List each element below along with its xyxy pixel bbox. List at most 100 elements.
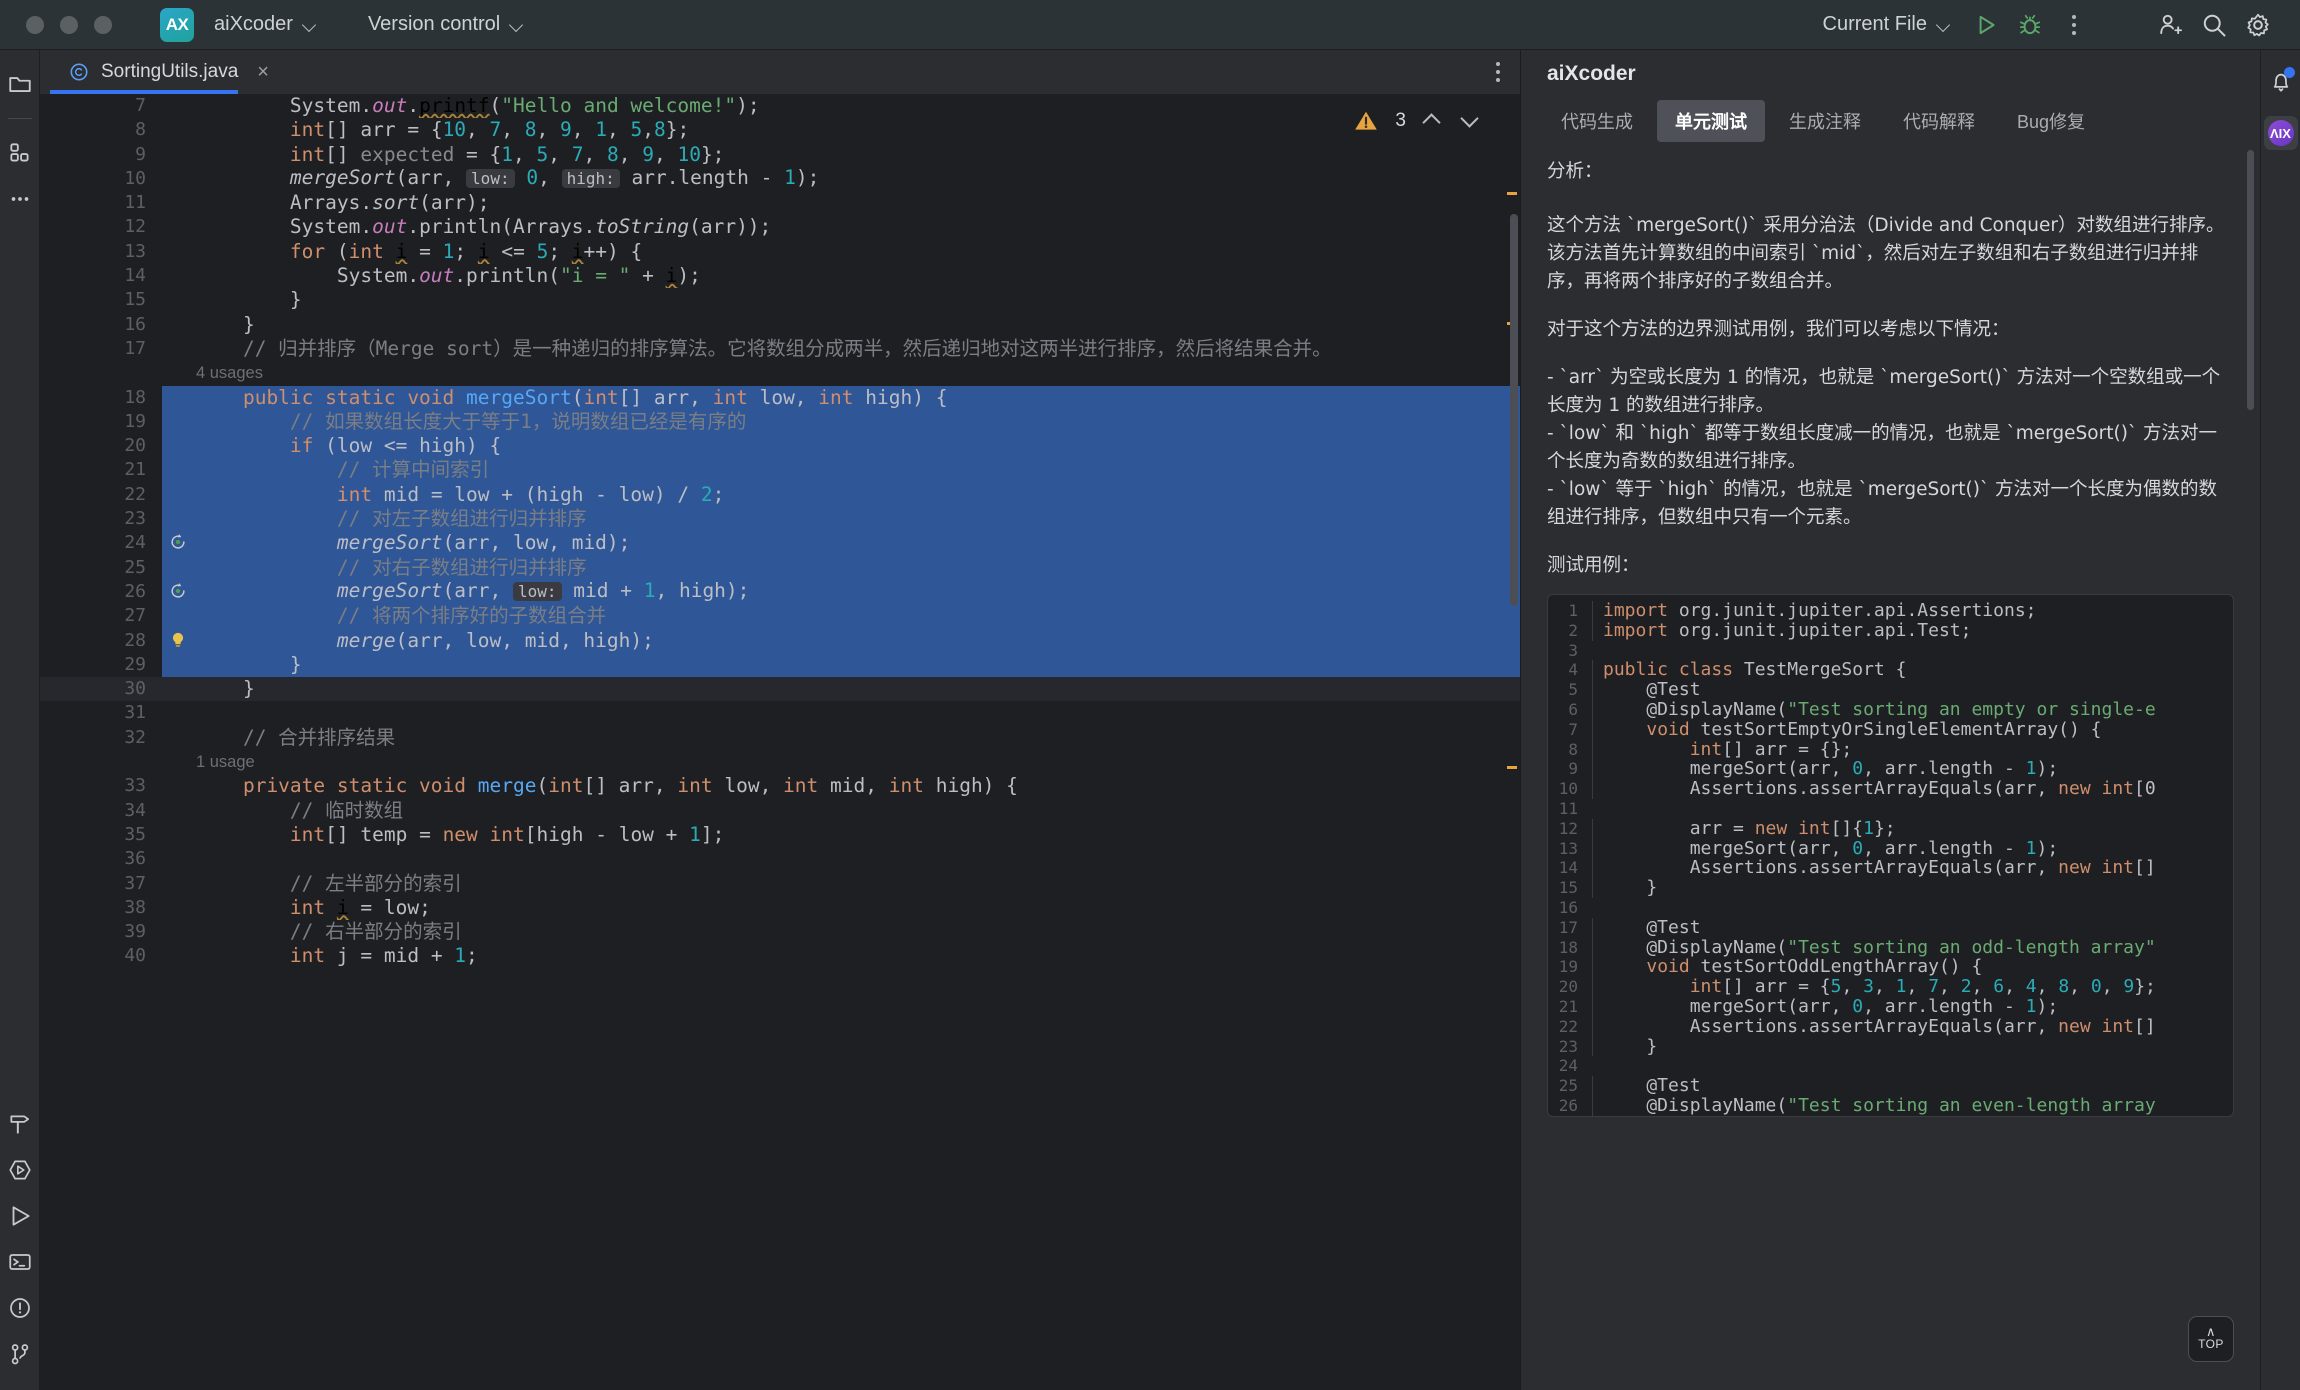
- line-number: 17: [40, 337, 162, 361]
- code-line[interactable]: 7 System.out.printf("Hello and welcome!"…: [40, 94, 1520, 118]
- aixcoder-tab-0[interactable]: 代码生成: [1543, 100, 1651, 142]
- aixcoder-panel-header: aiXcoder: [1521, 50, 2260, 98]
- code-line[interactable]: 26 mergeSort(arr, low: mid + 1, high);: [40, 580, 1520, 604]
- code-token: 7: [490, 118, 502, 141]
- code-line[interactable]: 38 int i = low;: [40, 896, 1520, 920]
- next-issue-button[interactable]: [1460, 110, 1482, 132]
- code-token: [196, 896, 290, 919]
- aixcoder-tab-4[interactable]: Bug修复: [1999, 100, 2103, 142]
- code-line[interactable]: 28 merge(arr, low, mid, high);: [40, 629, 1520, 653]
- panel-scrollbar-thumb[interactable]: [2247, 150, 2254, 410]
- generated-line-number: 16: [1548, 898, 1592, 918]
- sidebar-item-terminal[interactable]: [2, 1242, 38, 1282]
- code-token: [] arr,: [619, 386, 713, 409]
- close-window-button[interactable]: [26, 16, 44, 34]
- code-line[interactable]: 9 int[] expected = {1, 5, 7, 8, 9, 10};: [40, 143, 1520, 167]
- generated-test-code-block[interactable]: 1import org.junit.jupiter.api.Assertions…: [1547, 594, 2234, 1117]
- sidebar-item-problems[interactable]: [2, 1288, 38, 1328]
- usage-hint[interactable]: 1 usage: [40, 750, 1520, 774]
- previous-issue-button[interactable]: [1422, 110, 1444, 132]
- line-number: 26: [40, 580, 162, 604]
- generated-line-number: 10: [1548, 779, 1592, 799]
- code-lines-container[interactable]: 7 System.out.printf("Hello and welcome!"…: [40, 94, 1520, 969]
- close-icon[interactable]: ×: [257, 61, 269, 84]
- code-line[interactable]: 27 // 将两个排序好的子数组合并: [40, 604, 1520, 628]
- code-line[interactable]: 8 int[] arr = {10, 7, 8, 9, 1, 5,8};: [40, 118, 1520, 142]
- generated-line-number: 1: [1548, 601, 1592, 621]
- settings-button[interactable]: [2236, 5, 2280, 45]
- window-controls[interactable]: [26, 16, 112, 34]
- code-line[interactable]: 37 // 左半部分的索引: [40, 872, 1520, 896]
- code-line[interactable]: 17 // 归并排序（Merge sort）是一种递归的排序算法。它将数组分成两…: [40, 337, 1520, 361]
- sidebar-item-git[interactable]: [2, 1334, 38, 1374]
- folder-icon: [7, 71, 33, 97]
- code-line[interactable]: 24 mergeSort(arr, low, mid);: [40, 531, 1520, 555]
- code-line[interactable]: 13 for (int i = 1; i <= 5; i++) {: [40, 240, 1520, 264]
- code-line[interactable]: 11 Arrays.sort(arr);: [40, 191, 1520, 215]
- scroll-to-top-button[interactable]: ∧ TOP: [2188, 1316, 2234, 1362]
- code-line[interactable]: 39 // 右半部分的索引: [40, 920, 1520, 944]
- search-everywhere-button[interactable]: [2192, 5, 2236, 45]
- editor-error-stripe[interactable]: [1506, 94, 1520, 1390]
- code-token: toString: [595, 215, 689, 238]
- sidebar-item-project[interactable]: [2, 64, 38, 104]
- code-line[interactable]: 15 }: [40, 288, 1520, 312]
- code-editor[interactable]: 3 7 System.out.printf("Hello and welcome…: [40, 94, 1520, 1390]
- minimize-window-button[interactable]: [60, 16, 78, 34]
- sidebar-item-run-coverage[interactable]: [2, 1150, 38, 1190]
- code-line[interactable]: 16 }: [40, 313, 1520, 337]
- code-token: testSortEmptyOrSingleElementArray() {: [1690, 720, 2102, 740]
- code-line[interactable]: 35 int[] temp = new int[high - low + 1];: [40, 823, 1520, 847]
- editor-tab-sortingutils[interactable]: SortingUtils.java ×: [54, 50, 283, 94]
- rail-bottom-group: [2, 1104, 38, 1390]
- run-button[interactable]: [1964, 5, 2008, 45]
- aixcoder-panel-body[interactable]: 分析： 这个方法 `mergeSort()` 采用分治法（Divide and …: [1521, 144, 2260, 1390]
- code-line[interactable]: 21 // 计算中间索引: [40, 458, 1520, 482]
- code-line[interactable]: 29 }: [40, 653, 1520, 677]
- code-line[interactable]: 40 int j = mid + 1;: [40, 944, 1520, 968]
- code-line[interactable]: 33 private static void merge(int[] arr, …: [40, 774, 1520, 798]
- aixcoder-tab-3[interactable]: 代码解释: [1885, 100, 1993, 142]
- code-line[interactable]: 22 int mid = low + (high - low) / 2;: [40, 483, 1520, 507]
- version-control-menu[interactable]: Version control: [362, 9, 529, 40]
- code-token: 9: [2123, 977, 2134, 997]
- code-line[interactable]: 14 System.out.println("i = " + i);: [40, 264, 1520, 288]
- code-line[interactable]: 18 public static void mergeSort(int[] ar…: [40, 386, 1520, 410]
- generated-code-line: 13 mergeSort(arr, 0, arr.length - 1);: [1548, 839, 2233, 859]
- sidebar-item-build[interactable]: [2, 1104, 38, 1144]
- sidebar-item-more[interactable]: [2, 179, 38, 219]
- maximize-window-button[interactable]: [94, 16, 112, 34]
- notifications-button[interactable]: [2263, 62, 2299, 102]
- code-line[interactable]: 25 // 对右子数组进行归并排序: [40, 556, 1520, 580]
- code-line[interactable]: 32 // 合并排序结果: [40, 726, 1520, 750]
- editor-options-button[interactable]: [1496, 62, 1500, 82]
- run-configuration-selector[interactable]: Current File: [1823, 13, 1950, 36]
- sidebar-item-structure[interactable]: [2, 133, 38, 173]
- code-line[interactable]: 10 mergeSort(arr, low: 0, high: arr.leng…: [40, 167, 1520, 191]
- code-line[interactable]: 20 if (low <= high) {: [40, 434, 1520, 458]
- aixcoder-tab-strip[interactable]: 代码生成单元测试生成注释代码解释Bug修复: [1521, 98, 2260, 144]
- sidebar-item-run[interactable]: [2, 1196, 38, 1236]
- code-line[interactable]: 30 }: [40, 677, 1520, 701]
- code-line[interactable]: 31: [40, 701, 1520, 725]
- debug-button[interactable]: [2008, 5, 2052, 45]
- share-project-button[interactable]: [2148, 5, 2192, 45]
- code-line[interactable]: 23 // 对左子数组进行归并排序: [40, 507, 1520, 531]
- aixcoder-tab-1[interactable]: 单元测试: [1657, 100, 1765, 142]
- code-token: (arr);: [419, 191, 489, 214]
- aixcoder-tool-button[interactable]: ΛIX: [2264, 116, 2298, 150]
- code-token: mergeSort: [466, 386, 572, 409]
- code-line[interactable]: 34 // 临时数组: [40, 799, 1520, 823]
- code-token: [] temp =: [325, 823, 442, 846]
- code-token: 1: [443, 240, 455, 263]
- code-line[interactable]: 19 // 如果数组长度大于等于1，说明数组已经是有序的: [40, 410, 1520, 434]
- usage-hint[interactable]: 4 usages: [40, 361, 1520, 385]
- code-token: 0: [2091, 977, 2102, 997]
- generated-line-number: 6: [1548, 700, 1592, 720]
- project-menu[interactable]: aiXcoder: [208, 9, 322, 40]
- code-line[interactable]: 12 System.out.println(Arrays.toString(ar…: [40, 215, 1520, 239]
- code-line[interactable]: 36: [40, 847, 1520, 871]
- editor-scrollbar-thumb[interactable]: [1510, 214, 1518, 606]
- more-actions-button[interactable]: [2052, 5, 2096, 45]
- aixcoder-tab-2[interactable]: 生成注释: [1771, 100, 1879, 142]
